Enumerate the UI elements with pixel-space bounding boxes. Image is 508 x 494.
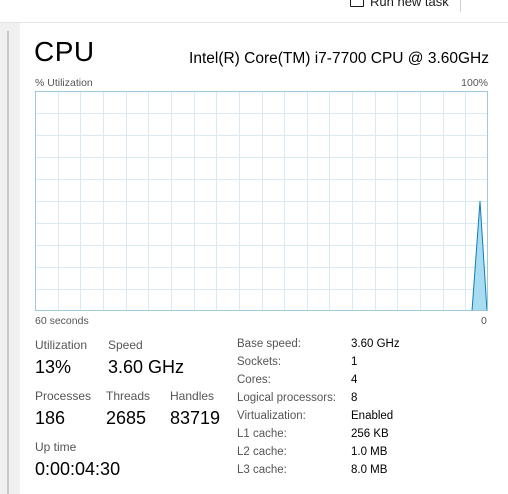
speed-label: Speed [108, 338, 143, 352]
graph-x-left-label: 60 seconds [35, 315, 89, 327]
sockets-value: 1 [351, 356, 358, 368]
handles-value: 83719 [170, 408, 221, 428]
sockets-label: Sockets: [237, 356, 282, 368]
l1-cache-value: 256 KB [351, 428, 389, 440]
threads-label: Threads [106, 389, 151, 403]
run-new-task-label: Run new task [370, 0, 449, 9]
virtualization-label: Virtualization: [237, 410, 306, 422]
base-speed-value: 3.60 GHz [351, 338, 400, 350]
virtualization-value: Enabled [351, 410, 394, 422]
handles-label: Handles [170, 389, 215, 403]
processes-value: 186 [35, 408, 66, 428]
left-sidebar [0, 23, 20, 494]
utilization-value: 13% [35, 357, 72, 377]
uptime-value: 0:00:04:30 [35, 459, 121, 479]
cores-value: 4 [351, 374, 358, 386]
base-speed-label: Base speed: [237, 338, 301, 350]
cpu-utilization-graph [35, 91, 488, 311]
run-task-icon [350, 0, 364, 7]
l1-cache-label: L1 cache: [237, 428, 287, 440]
l2-cache-label: L2 cache: [237, 446, 287, 458]
page-title: CPU [34, 36, 95, 67]
speed-value: 3.60 GHz [108, 357, 185, 377]
run-new-task-button[interactable]: Run new task [350, 0, 449, 11]
l3-cache-label: L3 cache: [237, 464, 287, 476]
threads-value: 2685 [106, 408, 147, 428]
logical-processors-value: 8 [351, 392, 358, 404]
graph-x-right-label: 0 [481, 315, 487, 327]
graph-y-label: % Utilization [35, 77, 93, 89]
utilization-label: Utilization [35, 338, 88, 352]
sidebar-scrollbar[interactable] [7, 31, 9, 494]
cores-label: Cores: [237, 374, 271, 386]
graph-y-max-label: 100% [461, 77, 488, 89]
toolbar: Run new task [0, 0, 508, 23]
processes-label: Processes [35, 389, 92, 403]
l2-cache-value: 1.0 MB [351, 446, 388, 458]
l3-cache-value: 8.0 MB [351, 464, 388, 476]
graph-grid [35, 91, 488, 311]
cpu-model-name: Intel(R) Core(TM) i7-7700 CPU @ 3.60GHz [189, 50, 489, 67]
utilization-spike [471, 200, 488, 311]
logical-processors-label: Logical processors: [237, 392, 337, 404]
uptime-label: Up time [35, 440, 77, 454]
toolbar-separator [460, 0, 461, 12]
